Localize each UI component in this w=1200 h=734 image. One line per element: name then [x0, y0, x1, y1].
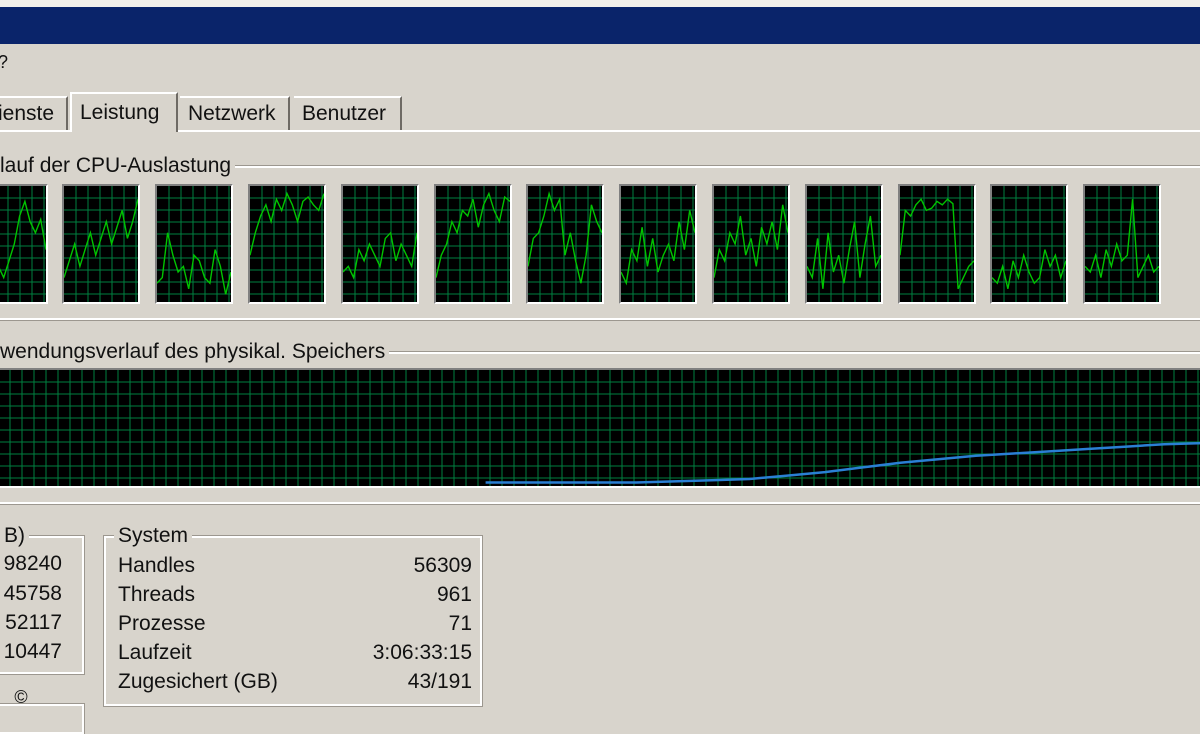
system-row-prozesse: Prozesse 71: [118, 612, 472, 636]
system-value: 43/191: [407, 670, 472, 693]
system-title: System: [114, 524, 193, 548]
physical-memory-value: 10447: [3, 640, 62, 663]
cpu-core-graph: [155, 184, 233, 304]
cpu-core-graph: [341, 184, 419, 304]
cpu-core-graph-svg: [64, 186, 138, 302]
system-label: Threads: [118, 583, 196, 606]
tab-panel-edge: [0, 130, 1200, 132]
cpu-core-graph: [990, 184, 1068, 304]
physical-memory-group: B) 98240 45758 52117 10447: [0, 524, 85, 675]
cpu-core-graph-svg: [528, 186, 602, 302]
cpu-usage-line: [992, 249, 1066, 289]
cpu-core-graph-svg: [343, 186, 417, 302]
cpu-core-graph: [62, 184, 140, 304]
cpu-core-graph-svg: [992, 186, 1066, 302]
cpu-core-graph: [526, 184, 604, 304]
cpu-usage-line: [436, 191, 510, 278]
tab-leistung[interactable]: Leistung: [70, 92, 178, 132]
cpu-core-graph-svg: [900, 186, 974, 302]
memory-usage-line: [485, 441, 1200, 484]
memory-graph-svg: [0, 370, 1200, 486]
menu-fragment[interactable]: ?: [0, 52, 8, 73]
cpu-core-graph: [805, 184, 883, 304]
system-value: 71: [448, 612, 472, 635]
copyright-symbol: ©: [14, 686, 28, 707]
cpu-core-graph: [712, 184, 790, 304]
cpu-usage-line: [900, 197, 974, 290]
cpu-usage-line: [621, 210, 695, 286]
system-value: 961: [436, 583, 472, 606]
cpu-usage-line: [807, 215, 881, 289]
cpu-core-graph-svg: [714, 186, 788, 302]
title-bar: [0, 0, 1200, 44]
cpu-core-graph: [898, 184, 976, 304]
cpu-core-graph: [0, 184, 48, 304]
cpu-core-graph-svg: [1085, 186, 1159, 302]
tab-benutzer[interactable]: Benutzer: [294, 96, 402, 130]
cpu-core-graph: [619, 184, 697, 304]
cpu-core-graph-svg: [157, 186, 231, 302]
cpu-core-graph: [248, 184, 326, 304]
cpu-core-graph: [1083, 184, 1161, 304]
cpu-usage-line: [157, 232, 231, 295]
system-label: Zugesichert (GB): [118, 670, 278, 693]
physical-memory-title: B): [0, 524, 29, 548]
system-row-handles: Handles 56309: [118, 554, 472, 578]
cpu-history-title: lauf der CPU-Auslastung: [0, 154, 236, 178]
system-group: System Handles 56309 Threads 961 Prozess…: [103, 524, 483, 707]
cpu-core-graph: [434, 184, 512, 304]
lower-group-box: [0, 703, 85, 734]
memory-history-title: wendungsverlauf des physikal. Speichers: [0, 340, 390, 364]
cpu-usage-line: [64, 199, 138, 278]
cpu-core-graph-svg: [250, 186, 324, 302]
system-label: Handles: [118, 554, 196, 577]
memory-graph: [0, 368, 1200, 488]
cpu-core-graph-svg: [807, 186, 881, 302]
physical-memory-value: 98240: [3, 552, 62, 575]
system-row-laufzeit: Laufzeit 3:06:33:15: [118, 641, 472, 665]
physical-memory-value: 45758: [3, 582, 62, 605]
cpu-core-graph-svg: [0, 186, 46, 302]
cpu-usage-line: [714, 204, 788, 278]
system-row-threads: Threads 961: [118, 583, 472, 607]
system-row-zugesichert: Zugesichert (GB) 43/191: [118, 670, 472, 694]
cpu-core-graph-svg: [621, 186, 695, 302]
system-value: 56309: [413, 554, 472, 577]
physical-memory-value: 52117: [5, 611, 62, 634]
tab-dienste[interactable]: ienste: [0, 96, 68, 130]
cpu-usage-line: [1085, 199, 1159, 278]
cpu-usage-line: [343, 231, 417, 280]
system-label: Laufzeit: [118, 641, 192, 664]
cpu-core-graph-svg: [436, 186, 510, 302]
system-label: Prozesse: [118, 612, 206, 635]
cpu-usage-line: [0, 199, 46, 280]
tab-netzwerk[interactable]: Netzwerk: [180, 96, 290, 130]
system-value: 3:06:33:15: [372, 641, 472, 664]
